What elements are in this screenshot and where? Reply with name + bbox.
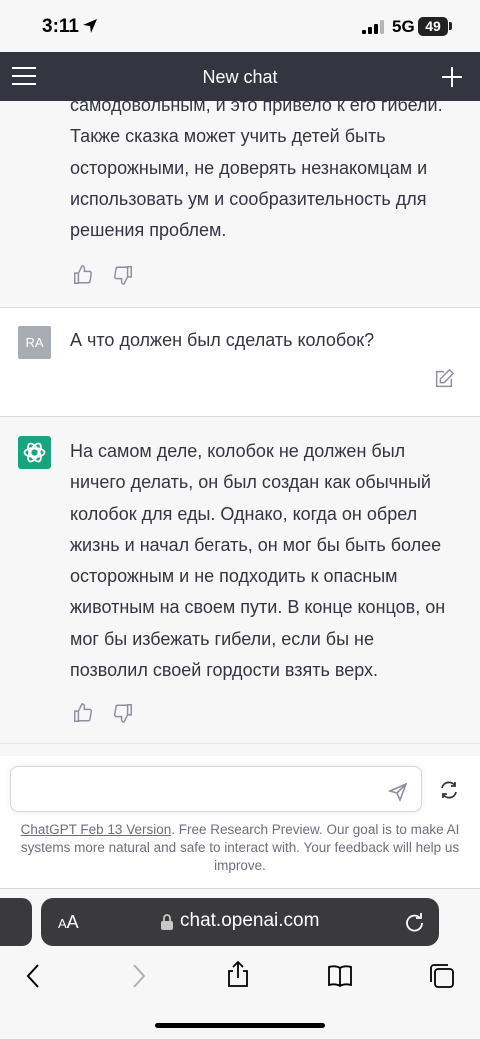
message-divider — [0, 743, 480, 744]
tabs-overview-icon[interactable] — [428, 962, 456, 990]
regenerate-icon[interactable] — [438, 779, 460, 801]
lock-icon — [161, 914, 173, 930]
location-arrow-icon — [83, 19, 97, 33]
previous-tab-preview[interactable] — [0, 898, 32, 946]
send-icon[interactable] — [388, 782, 408, 802]
status-bar: 3:11 5G 49 — [0, 0, 480, 52]
user-message-text: А что должен был сделать колобок? — [70, 330, 375, 350]
thumbs-down-icon[interactable] — [112, 702, 134, 724]
reload-icon[interactable] — [403, 911, 425, 933]
edit-pencil-icon[interactable] — [433, 368, 455, 390]
version-link[interactable]: ChatGPT Feb 13 Version — [21, 822, 172, 837]
home-indicator — [155, 1023, 325, 1028]
user-avatar: RA — [18, 326, 51, 359]
battery-indicator: 49 — [418, 17, 448, 36]
chatgpt-logo-icon — [18, 436, 51, 469]
thumbs-down-icon[interactable] — [112, 264, 134, 286]
battery-cap — [449, 22, 452, 30]
footer-disclaimer: ChatGPT Feb 13 Version. Free Research Pr… — [10, 821, 470, 875]
aa-small-letter: A — [58, 916, 67, 931]
page-title: New chat — [202, 67, 278, 87]
thumbs-up-icon[interactable] — [72, 702, 94, 724]
url-text: chat.openai.com — [180, 910, 320, 931]
aa-large-letter: A — [66, 912, 79, 932]
network-type: 5G — [392, 17, 415, 36]
assistant-message-text: самодовольным, и это привело к его гибел… — [70, 95, 443, 241]
reader-settings-button[interactable]: AA — [58, 912, 79, 933]
share-icon[interactable] — [224, 960, 252, 988]
address-bar[interactable]: AA chat.openai.com — [41, 898, 439, 946]
assistant-message-text: На самом деле, колобок не должен был нич… — [70, 441, 446, 681]
back-chevron-icon[interactable] — [20, 962, 48, 990]
status-time: 3:11 — [42, 16, 79, 37]
message-input[interactable] — [23, 777, 367, 803]
bookmarks-book-icon[interactable] — [326, 962, 354, 990]
message-input-container — [10, 766, 422, 812]
cellular-signal-icon — [362, 20, 384, 34]
forward-chevron-icon[interactable] — [124, 962, 152, 990]
thumbs-up-icon[interactable] — [72, 264, 94, 286]
assistant-message-previous: самодовольным, и это привело к его гибел… — [0, 95, 480, 307]
new-chat-plus-icon[interactable] — [440, 65, 464, 89]
